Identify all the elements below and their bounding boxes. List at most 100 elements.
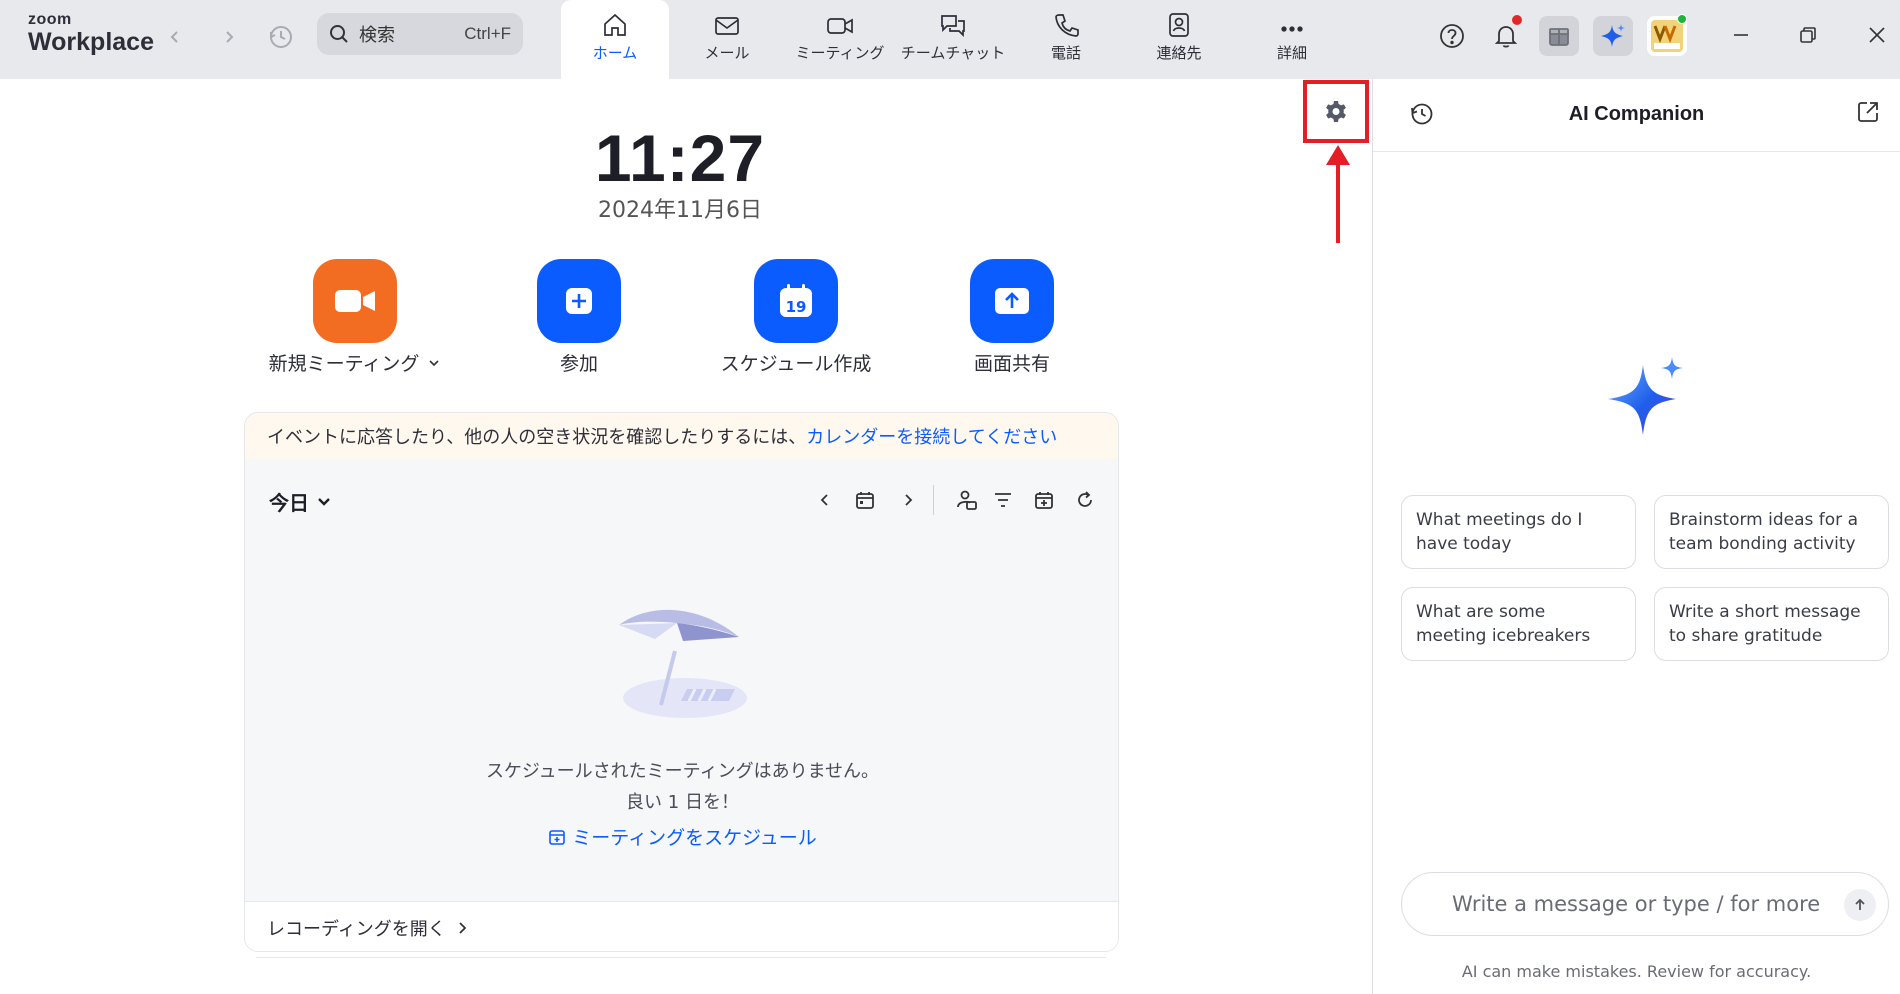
share-screen-action[interactable]: 画面共有 xyxy=(922,259,1102,376)
minimize-icon xyxy=(1734,34,1748,36)
tab-more-label: 詳細 xyxy=(1276,44,1307,62)
toolbar-separator xyxy=(933,485,934,515)
new-meeting-action[interactable]: 新規ミーティング xyxy=(265,259,445,376)
calendar-icon: 19 xyxy=(780,284,812,317)
personal-room-button[interactable] xyxy=(952,485,982,515)
ai-prompt-suggestion[interactable]: Brainstorm ideas for a team bonding acti… xyxy=(1654,495,1889,569)
panel-divider xyxy=(1372,79,1373,994)
prev-day-button[interactable] xyxy=(810,485,840,515)
minimize-button[interactable] xyxy=(1726,20,1756,50)
plus-icon xyxy=(566,288,592,314)
tab-more[interactable]: 詳細 xyxy=(1238,0,1346,79)
more-icon xyxy=(1281,26,1303,32)
ai-companion-button[interactable] xyxy=(1593,16,1633,56)
logo-line2: Workplace xyxy=(28,28,154,56)
ai-message-input[interactable]: Write a message or type / for more xyxy=(1401,872,1889,936)
search-placeholder: 検索 xyxy=(359,25,395,46)
clock-date: 2024年11月6日 xyxy=(598,198,762,223)
chevron-left-icon xyxy=(820,494,828,506)
filter-button[interactable] xyxy=(988,485,1018,515)
title-bar: zoom Workplace 検索 Ctrl+F ホーム メール ミーティング … xyxy=(0,0,1900,79)
ai-popout-button[interactable] xyxy=(1855,99,1881,129)
forward-button[interactable] xyxy=(214,22,244,52)
schedule-label: スケジュール作成 xyxy=(720,353,872,375)
tab-contacts-label: 連絡先 xyxy=(1156,44,1202,62)
history-button[interactable] xyxy=(266,22,296,52)
mail-icon xyxy=(715,17,739,35)
ai-disclaimer: AI can make mistakes. Review for accurac… xyxy=(1461,962,1812,981)
chat-icon xyxy=(941,15,965,38)
history-icon xyxy=(270,26,292,48)
tab-contacts[interactable]: 連絡先 xyxy=(1125,0,1233,79)
schedule-button[interactable]: 19 xyxy=(754,259,838,343)
calendar-connect-banner: イベントに応答したり、他の人の空き状況を確認したりするには、 カレンダーを接続し… xyxy=(245,413,1118,459)
logo-line1: zoom xyxy=(28,11,72,28)
phone-icon xyxy=(1055,14,1079,37)
schedule-meeting-link[interactable]: ミーティングをスケジュール xyxy=(245,823,1118,850)
open-recordings-label: レコーディングを開く xyxy=(267,918,446,940)
sparkle-icon xyxy=(1601,24,1625,47)
calendar-day-number: 19 xyxy=(786,298,807,316)
calendar-plus-icon xyxy=(549,829,566,845)
chevron-down-icon[interactable] xyxy=(427,358,441,368)
calendar-toolbar: 今日 xyxy=(245,479,1118,519)
gear-icon xyxy=(1326,100,1346,122)
ai-sparkle-icon xyxy=(1608,357,1683,435)
join-label: 参加 xyxy=(559,353,598,375)
profile-avatar[interactable] xyxy=(1647,14,1687,56)
refresh-icon xyxy=(1078,491,1092,507)
no-meetings-text: スケジュールされたミーティングはありません。 xyxy=(485,761,880,782)
send-button[interactable] xyxy=(1844,889,1876,921)
search-box[interactable]: 検索 Ctrl+F xyxy=(317,13,523,55)
ai-prompt-suggestion[interactable]: What meetings do I have today xyxy=(1401,495,1636,569)
schedule-action[interactable]: 19 スケジュール作成 xyxy=(706,259,886,376)
connect-calendar-link[interactable]: カレンダーを接続してください xyxy=(806,423,1057,449)
date-picker-button[interactable] xyxy=(850,485,880,515)
share-screen-label: 画面共有 xyxy=(973,353,1050,375)
today-dropdown[interactable]: 今日 xyxy=(269,487,331,516)
today-label: 今日 xyxy=(269,491,309,515)
new-meeting-label: 新規ミーティング xyxy=(268,353,420,375)
ai-prompt-suggestion[interactable]: Write a short message to share gratitude xyxy=(1654,587,1889,661)
beach-umbrella-illustration xyxy=(619,609,747,718)
close-button[interactable] xyxy=(1862,20,1892,50)
ai-companion-header: AI Companion xyxy=(1373,79,1900,152)
notifications-button[interactable] xyxy=(1486,15,1526,56)
chevron-down-icon xyxy=(318,497,330,506)
ai-companion-title: AI Companion xyxy=(1568,103,1705,125)
back-button[interactable] xyxy=(160,22,190,52)
bottom-divider xyxy=(256,957,1106,958)
whiteboard-button[interactable] xyxy=(1539,16,1579,56)
refresh-button[interactable] xyxy=(1070,485,1100,515)
add-calendar-event-button[interactable] xyxy=(1029,485,1059,515)
chevron-left-icon xyxy=(170,31,178,43)
tab-mail[interactable]: メール xyxy=(673,0,781,79)
tab-meetings[interactable]: ミーティング xyxy=(786,0,894,79)
ai-prompt-suggestion[interactable]: What are some meeting icebreakers xyxy=(1401,587,1636,661)
search-shortcut: Ctrl+F xyxy=(464,24,511,43)
calendar-small-icon xyxy=(856,492,874,509)
open-recordings-row[interactable]: レコーディングを開く xyxy=(245,901,1118,951)
restore-button[interactable] xyxy=(1793,20,1823,50)
tab-meetings-label: ミーティング xyxy=(795,44,885,62)
contacts-icon xyxy=(1169,13,1189,37)
settings-button-highlight[interactable] xyxy=(1303,80,1369,143)
tab-team-chat[interactable]: チームチャット xyxy=(899,0,1007,79)
tab-phone[interactable]: 電話 xyxy=(1012,0,1120,79)
tab-phone-label: 電話 xyxy=(1050,44,1081,62)
presence-dot xyxy=(1677,14,1687,24)
ai-input-placeholder: Write a message or type / for more xyxy=(1452,892,1821,916)
chevron-right-icon xyxy=(905,494,913,506)
tab-home[interactable]: ホーム xyxy=(561,0,669,79)
chevron-right-icon xyxy=(226,31,234,43)
notification-dot xyxy=(1512,15,1522,25)
tab-mail-label: メール xyxy=(704,44,750,62)
join-action[interactable]: 参加 xyxy=(489,259,669,376)
next-day-button[interactable] xyxy=(893,485,923,515)
share-screen-button[interactable] xyxy=(970,259,1054,343)
bell-icon xyxy=(1494,26,1518,48)
join-button[interactable] xyxy=(537,259,621,343)
new-meeting-button[interactable] xyxy=(313,259,397,343)
help-button[interactable] xyxy=(1432,16,1472,56)
restore-icon xyxy=(1800,27,1816,43)
